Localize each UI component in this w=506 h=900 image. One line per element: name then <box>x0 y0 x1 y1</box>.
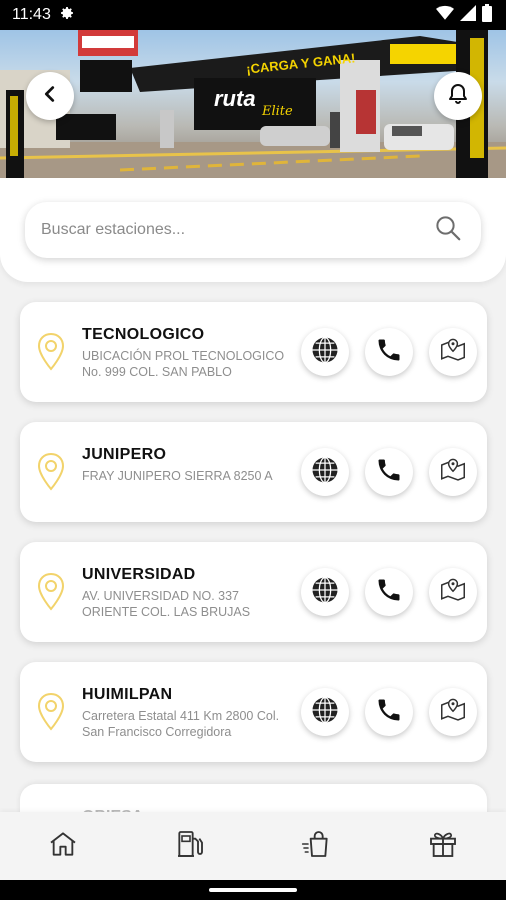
station-address: FRAY JUNIPERO SIERRA 8250 A <box>82 469 273 483</box>
bottom-navigation <box>0 812 506 880</box>
chevron-left-icon <box>39 83 61 110</box>
globe-icon <box>310 335 340 370</box>
shopping-bag-icon <box>300 828 332 865</box>
phone-icon <box>375 696 403 729</box>
station-card[interactable]: JUNIPERO FRAY JUNIPERO SIERRA 8250 A <box>20 422 487 522</box>
call-button[interactable] <box>365 568 413 616</box>
station-name: TECNOLOGICO <box>82 326 205 343</box>
globe-icon <box>310 575 340 610</box>
location-pin-icon <box>36 692 66 737</box>
status-bar: 11:43 <box>0 0 506 30</box>
globe-icon <box>310 455 340 490</box>
directions-button[interactable] <box>429 688 477 736</box>
station-card[interactable]: HUIMILPAN Carretera Estatal 411 Km 2800 … <box>20 662 487 762</box>
globe-icon <box>310 695 340 730</box>
gift-icon <box>427 828 459 865</box>
directions-button[interactable] <box>429 568 477 616</box>
search-panel <box>0 178 506 282</box>
station-hero-image: ruta Elite ¡CARGA Y GANA! <box>0 30 506 178</box>
map-pin-icon <box>438 335 468 370</box>
back-button[interactable] <box>26 72 74 120</box>
location-pin-icon <box>36 332 66 377</box>
map-pin-icon <box>438 455 468 490</box>
home-gesture-handle[interactable] <box>209 888 297 892</box>
nav-stations[interactable] <box>127 812 254 880</box>
system-gesture-bar <box>0 880 506 900</box>
nav-home[interactable] <box>0 812 127 880</box>
call-button[interactable] <box>365 688 413 736</box>
map-pin-icon <box>438 695 468 730</box>
website-button[interactable] <box>301 568 349 616</box>
station-name: HUIMILPAN <box>82 686 173 703</box>
location-pin-icon <box>36 452 66 497</box>
nav-shop[interactable] <box>253 812 380 880</box>
call-button[interactable] <box>365 328 413 376</box>
brand-logo: ruta <box>214 86 256 111</box>
station-address: UBICACIÓN PROL TECNOLOGICO No. 999 COL. … <box>82 349 285 379</box>
nav-rewards[interactable] <box>380 812 506 880</box>
station-name: UNIVERSIDAD <box>82 566 196 583</box>
home-icon <box>47 828 79 865</box>
bell-icon <box>446 82 470 111</box>
phone-icon <box>375 336 403 369</box>
station-card[interactable]: TECNOLOGICO UBICACIÓN PROL TECNOLOGICO N… <box>20 302 487 402</box>
phone-icon <box>375 456 403 489</box>
call-button[interactable] <box>365 448 413 496</box>
location-pin-icon <box>36 572 66 617</box>
fuel-pump-icon <box>174 828 206 865</box>
notifications-button[interactable] <box>434 72 482 120</box>
status-time: 11:43 <box>12 6 51 23</box>
wifi-icon <box>436 5 454 26</box>
website-button[interactable] <box>301 328 349 376</box>
directions-button[interactable] <box>429 448 477 496</box>
map-pin-icon <box>438 575 468 610</box>
station-name: JUNIPERO <box>82 446 167 463</box>
station-card[interactable]: UNIVERSIDAD AV. UNIVERSIDAD NO. 337 ORIE… <box>20 542 487 642</box>
station-address: AV. UNIVERSIDAD NO. 337 ORIENTE COL. LAS… <box>82 589 251 619</box>
search-input[interactable] <box>41 221 433 239</box>
search-icon[interactable] <box>433 213 463 248</box>
station-address: Carretera Estatal 411 Km 2800 Col. San F… <box>82 709 280 739</box>
search-bar <box>25 202 481 258</box>
phone-icon <box>375 576 403 609</box>
battery-icon <box>482 3 492 27</box>
brand-logo-script: Elite <box>262 104 293 119</box>
directions-button[interactable] <box>429 328 477 376</box>
website-button[interactable] <box>301 448 349 496</box>
settings-gear-icon <box>59 5 75 26</box>
website-button[interactable] <box>301 688 349 736</box>
signal-icon <box>460 4 476 26</box>
